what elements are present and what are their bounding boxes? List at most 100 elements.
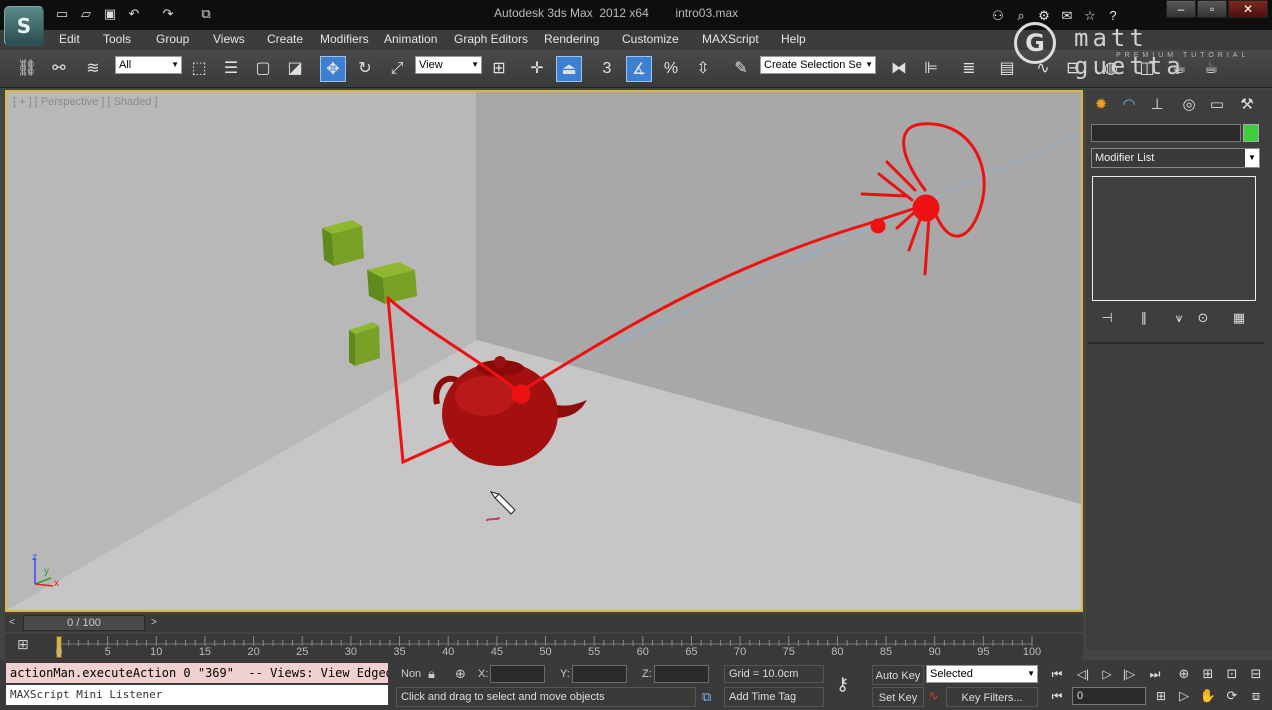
- current-frame-field[interactable]: 0: [1072, 687, 1146, 705]
- restore-icon[interactable]: ▫: [1197, 0, 1227, 18]
- save-icon[interactable]: ▣: [102, 6, 118, 22]
- chevron-down-icon[interactable]: ▼: [1245, 149, 1259, 167]
- green-box[interactable]: [322, 220, 364, 266]
- layer-manager-icon[interactable]: ≣: [956, 56, 982, 82]
- create-icon[interactable]: ✹: [1088, 94, 1114, 116]
- menu-edit[interactable]: Edit: [59, 32, 80, 46]
- maxscript-mini-listener[interactable]: MAXScript Mini Listener: [6, 685, 388, 705]
- unlink-icon[interactable]: ⚯: [46, 56, 72, 82]
- undo-icon[interactable]: ↶: [126, 6, 142, 22]
- next-frame-icon[interactable]: |▷: [1118, 666, 1140, 682]
- previous-frame-icon[interactable]: ◁|: [1072, 666, 1094, 682]
- menu-views[interactable]: Views: [213, 32, 245, 46]
- redo-icon[interactable]: ↷: [160, 6, 176, 22]
- green-box[interactable]: [349, 322, 380, 366]
- select-and-rotate-icon[interactable]: ↻: [352, 56, 378, 82]
- percent-snap-icon[interactable]: %: [658, 56, 684, 82]
- orbit-icon[interactable]: ⟳: [1222, 686, 1242, 706]
- binoculars-icon[interactable]: ⚇: [988, 6, 1008, 26]
- y-coordinate-field[interactable]: [572, 665, 627, 683]
- zoom-extents-icon[interactable]: ⊡: [1222, 664, 1242, 684]
- menu-tools[interactable]: Tools: [103, 32, 131, 46]
- field-of-view-icon[interactable]: ▷: [1174, 686, 1194, 706]
- remove-modifier-icon[interactable]: ⊙: [1192, 308, 1214, 328]
- new-icon[interactable]: ▭: [54, 6, 70, 22]
- zoom-all-icon[interactable]: ⊞: [1198, 664, 1218, 684]
- key-mode-icon[interactable]: ⏮: [1046, 688, 1068, 704]
- previous-frame-button[interactable]: <: [5, 615, 19, 631]
- show-end-result-icon[interactable]: ∥: [1133, 308, 1155, 328]
- pan-view-icon[interactable]: ✋: [1198, 686, 1218, 706]
- time-configuration-icon[interactable]: ⊞: [1150, 688, 1172, 704]
- menu-create[interactable]: Create: [267, 32, 303, 46]
- default-tangent-icon[interactable]: ∿: [928, 688, 939, 704]
- project-icon[interactable]: ⧉: [198, 6, 214, 22]
- reference-coordinate-dropdown[interactable]: View: [415, 56, 482, 74]
- hierarchy-icon[interactable]: ⊥: [1144, 94, 1170, 116]
- lock-icon[interactable]: 🔒︎: [428, 666, 435, 682]
- select-by-name-icon[interactable]: ☰: [218, 56, 244, 82]
- select-and-scale-icon[interactable]: ⤢: [384, 56, 410, 82]
- angle-snap-icon[interactable]: ∡: [626, 56, 652, 82]
- menu-group[interactable]: Group: [156, 32, 189, 46]
- menu-graph-editors[interactable]: Graph Editors: [454, 32, 528, 46]
- make-unique-icon[interactable]: ⩛: [1168, 308, 1190, 328]
- pin-stack-icon[interactable]: ⊣: [1096, 308, 1118, 328]
- go-to-end-icon[interactable]: ⏭: [1144, 666, 1166, 682]
- display-icon[interactable]: ▭: [1204, 94, 1230, 116]
- menu-modifiers[interactable]: Modifiers: [320, 32, 369, 46]
- zoom-icon[interactable]: ⊕: [1174, 664, 1194, 684]
- next-frame-button[interactable]: >: [147, 615, 161, 631]
- menu-rendering[interactable]: Rendering: [544, 32, 599, 46]
- configure-modifier-sets-icon[interactable]: ▦: [1228, 308, 1250, 328]
- modify-icon[interactable]: ◠: [1116, 94, 1142, 116]
- select-and-move-icon[interactable]: ✥: [320, 56, 346, 82]
- add-time-tag-button[interactable]: Add Time Tag: [724, 687, 824, 707]
- menu-customize[interactable]: Customize: [622, 32, 679, 46]
- menu-animation[interactable]: Animation: [384, 32, 437, 46]
- set-key-button[interactable]: Set Key: [872, 687, 924, 707]
- absolute-offset-icon[interactable]: ⊕: [455, 666, 466, 682]
- pivot-center-icon[interactable]: ⊞: [486, 56, 512, 82]
- key-filters-button[interactable]: Key Filters...: [946, 687, 1038, 707]
- menu-maxscript[interactable]: MAXScript: [702, 32, 759, 46]
- modifier-stack[interactable]: [1092, 176, 1256, 301]
- rectangular-selection-icon[interactable]: ▢: [250, 56, 276, 82]
- key-selection-dropdown[interactable]: Selected: [926, 665, 1038, 683]
- key-icon[interactable]: ⚷: [836, 674, 849, 695]
- spinner-snap-icon[interactable]: ⇳: [690, 56, 716, 82]
- track-bar[interactable]: ⊞ 0 5 10 15 20 25 30 35 40 45 50 55 60 65 70 75 80 85 90 95…: [5, 634, 1083, 660]
- play-icon[interactable]: ▷: [1096, 666, 1118, 682]
- z-coordinate-field[interactable]: [654, 665, 709, 683]
- maximize-viewport-icon[interactable]: ⧈: [1246, 686, 1266, 706]
- manipulate-icon[interactable]: ✛: [524, 56, 550, 82]
- window-crossing-icon[interactable]: ◪: [282, 56, 308, 82]
- time-slider-thumb[interactable]: 0 / 100: [23, 615, 145, 631]
- keyboard-shortcut-override-icon[interactable]: ⏏: [556, 56, 582, 82]
- object-name-field[interactable]: [1091, 124, 1241, 142]
- auto-key-button[interactable]: Auto Key: [872, 665, 924, 685]
- utilities-icon[interactable]: ⚒: [1234, 94, 1260, 116]
- motion-icon[interactable]: ◎: [1176, 94, 1202, 116]
- selection-filter-dropdown[interactable]: All: [115, 56, 182, 74]
- link-icon[interactable]: ⛓: [14, 56, 40, 82]
- mirror-icon[interactable]: ⧓: [886, 56, 912, 82]
- curve-editor-mini-icon[interactable]: ⊞: [17, 636, 29, 653]
- time-slider[interactable]: < 0 / 100 >: [5, 614, 1083, 632]
- time-tag-icon[interactable]: ⧉: [702, 689, 711, 705]
- object-color-swatch[interactable]: [1243, 124, 1259, 142]
- menu-help[interactable]: Help: [781, 32, 806, 46]
- application-button[interactable]: S: [4, 6, 44, 46]
- minimize-icon[interactable]: –: [1166, 0, 1196, 18]
- zoom-extents-all-icon[interactable]: ⊟: [1246, 664, 1266, 684]
- green-box[interactable]: [367, 262, 417, 304]
- snaps-toggle-icon[interactable]: 3: [594, 56, 620, 82]
- x-coordinate-field[interactable]: [490, 665, 545, 683]
- close-icon[interactable]: ✕: [1228, 0, 1268, 18]
- open-icon[interactable]: ▱: [78, 6, 94, 22]
- viewport-label[interactable]: [ + ] [ Perspective ] [ Shaded ]: [13, 96, 158, 108]
- modifier-list-dropdown[interactable]: Modifier List ▼: [1091, 148, 1260, 168]
- named-selection-field[interactable]: Create Selection Se: [760, 56, 876, 74]
- align-icon[interactable]: ⊫: [918, 56, 944, 82]
- go-to-start-icon[interactable]: ⏮: [1046, 666, 1068, 682]
